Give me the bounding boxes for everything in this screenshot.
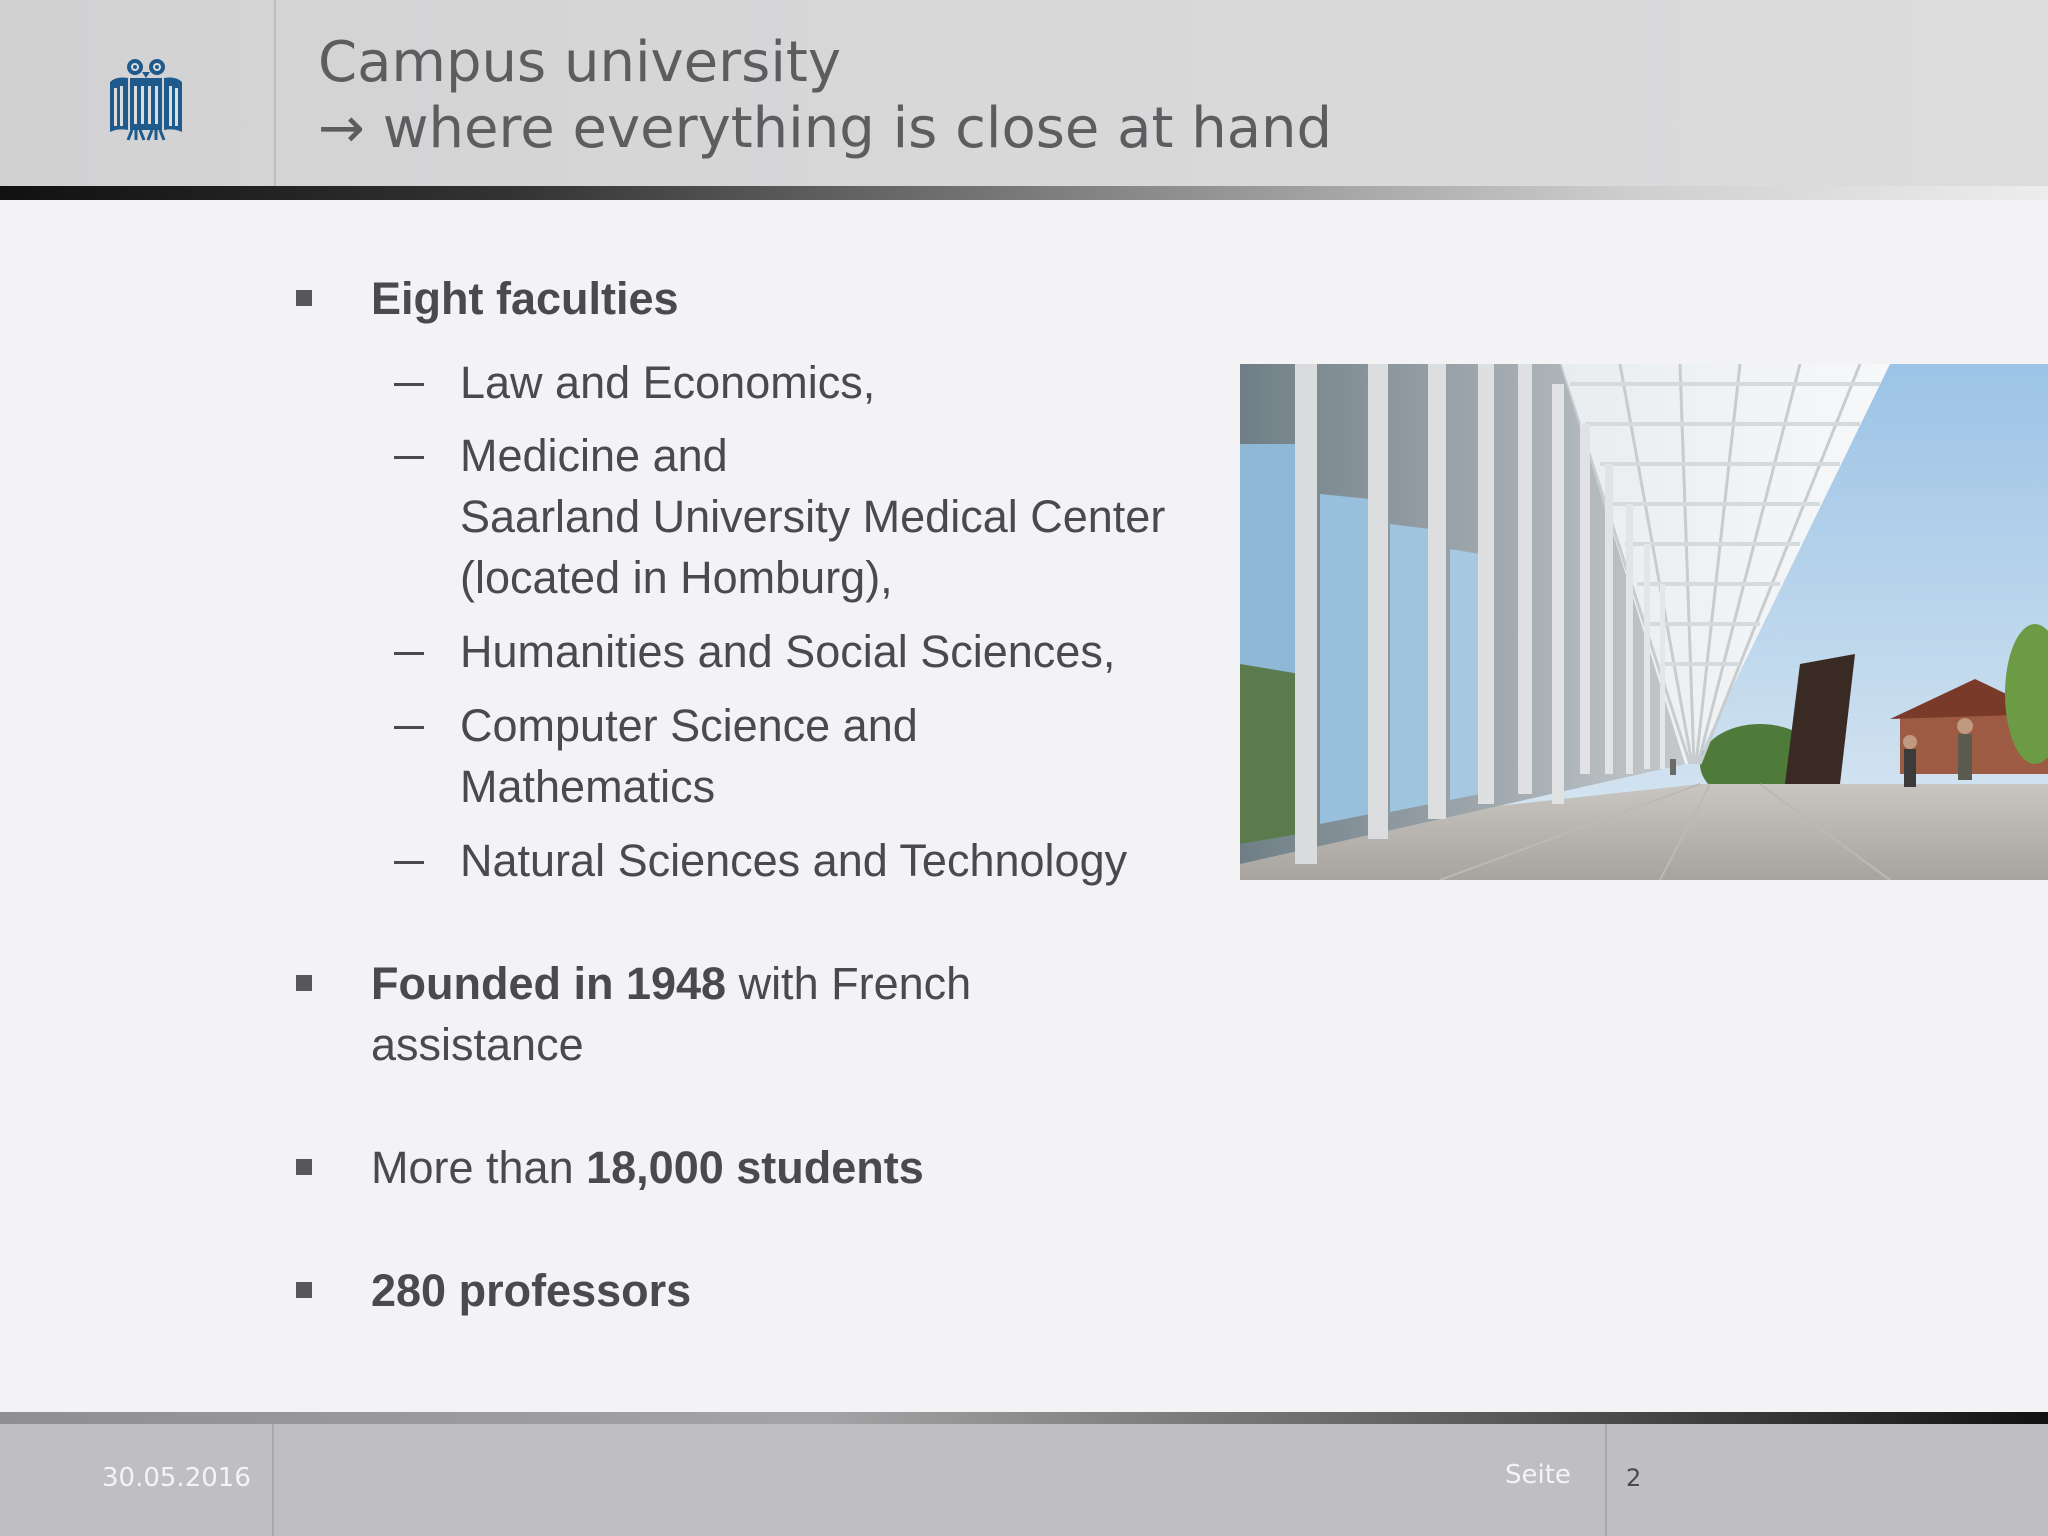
footer-page-number: 2 <box>1626 1464 1642 1492</box>
founded-line1: Founded in 1948 with French <box>371 953 971 1014</box>
header-gradient-bar <box>0 186 2048 200</box>
bullet-square-icon <box>296 290 312 306</box>
faculty-humanities: Humanities and Social Sciences, <box>460 626 1116 677</box>
footer-divider <box>272 1424 274 1536</box>
footer-gradient-bar <box>0 1412 2048 1424</box>
founded-bold: Founded in 1948 <box>371 958 727 1009</box>
faculties-heading: Eight faculties <box>371 273 679 324</box>
bullet-square-icon <box>296 1282 312 1298</box>
students-bold: 18,000 students <box>586 1142 924 1193</box>
title-line-1: Campus university <box>318 30 841 95</box>
faculty-medicine-line2: Saarland University Medical Center <box>460 491 1166 542</box>
founded-line2: assistance <box>371 1019 584 1070</box>
bullet-square-icon <box>296 975 312 991</box>
campus-building-photo <box>1240 364 2048 880</box>
founded-rest: with French <box>726 958 972 1009</box>
dash-icon <box>394 726 424 729</box>
faculty-natural-sciences: Natural Sciences and Technology <box>460 835 1128 886</box>
dash-icon <box>394 456 424 459</box>
header-divider <box>274 0 276 186</box>
title-line-2: → where everything is close at hand <box>318 96 1333 161</box>
faculty-medicine-line3: (located in Homburg), <box>460 552 893 603</box>
dash-icon <box>394 652 424 655</box>
footer-divider <box>1605 1424 1607 1536</box>
faculty-cs-line1: Computer Science and <box>460 700 918 751</box>
bullet-square-icon <box>296 1159 312 1175</box>
professors-line: 280 professors <box>371 1265 692 1316</box>
faculty-law: Law and Economics, <box>460 357 876 408</box>
footer-seite-label: Seite <box>1505 1460 1571 1490</box>
faculty-medicine-line1: Medicine and <box>460 430 728 481</box>
dash-icon <box>394 383 424 386</box>
slide-title: Campus university → where everything is … <box>318 30 1332 162</box>
footer-date: 30.05.2016 <box>102 1463 251 1493</box>
students-pre: More than <box>371 1142 587 1193</box>
faculty-cs-line2: Mathematics <box>460 761 716 812</box>
dash-icon <box>394 861 424 864</box>
students-line: More than 18,000 students <box>371 1137 924 1198</box>
slide-footer <box>0 1424 2048 1536</box>
owl-seal-icon <box>110 59 182 141</box>
